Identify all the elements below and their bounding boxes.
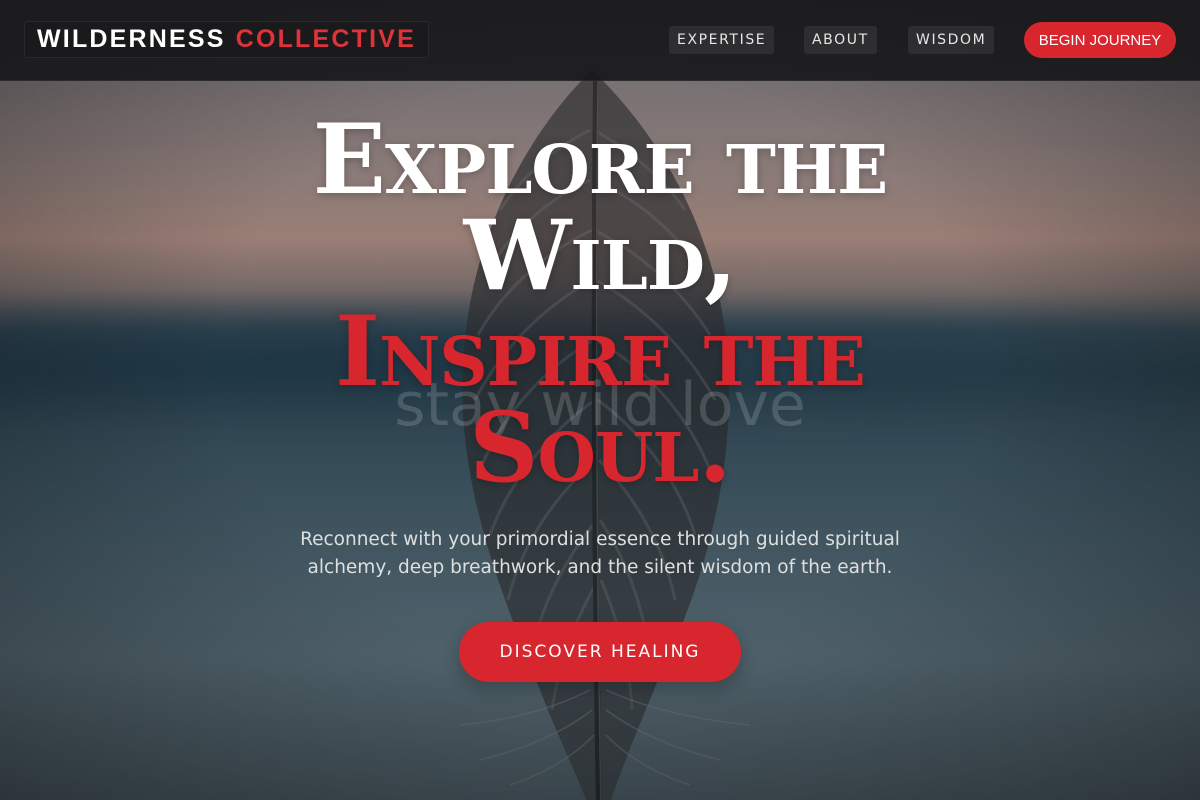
- headline-line-4: Soul.: [469, 391, 732, 504]
- headline-line-2: Wild,: [463, 199, 738, 312]
- nav-link-expertise[interactable]: EXPERTISE: [669, 26, 775, 54]
- headline-line-3: Inspire the: [335, 295, 866, 408]
- headline-line-1: Explore the: [312, 103, 888, 216]
- hero-subtext: Reconnect with your primordial essence t…: [300, 529, 900, 578]
- top-navbar: WILDERNESS COLLECTIVE EXPERTISE ABOUT WI…: [0, 0, 1200, 81]
- begin-journey-button[interactable]: BEGIN JOURNEY: [1024, 22, 1176, 58]
- discover-healing-button[interactable]: DISCOVER HEALING: [459, 622, 741, 682]
- brand-name-accent: COLLECTIVE: [235, 25, 417, 53]
- nav-link-wisdom[interactable]: WISDOM: [908, 26, 995, 54]
- brand-name-primary: WILDERNESS: [37, 25, 226, 53]
- nav-link-about[interactable]: ABOUT: [804, 26, 877, 54]
- hero-headline: Explore the Wild, Inspire the Soul.: [200, 112, 1000, 496]
- brand-logo[interactable]: WILDERNESS COLLECTIVE: [24, 21, 430, 58]
